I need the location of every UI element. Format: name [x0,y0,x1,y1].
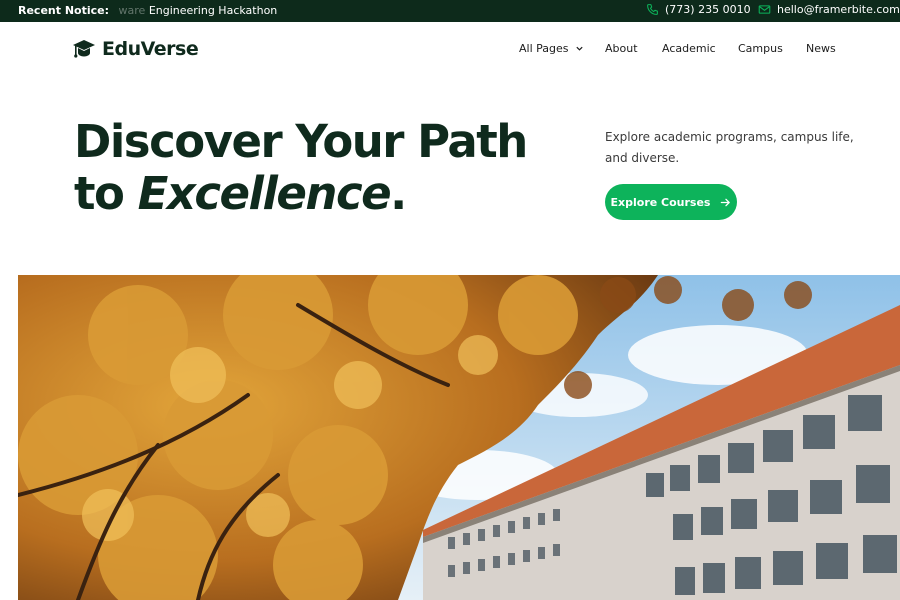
hero-title-prefix: to [74,167,138,220]
recent-notice: Recent Notice: ware Engineering Hackatho… [18,4,277,17]
notice-label: Recent Notice: [18,4,110,17]
phone-icon [647,4,658,15]
phone-contact[interactable]: (773) 235 0010 [646,3,751,16]
campus-illustration [18,275,900,600]
campus-hero-image [18,275,900,600]
explore-courses-label: Explore Courses [610,195,711,209]
hero-title-emphasis: Excellence [137,167,392,220]
arrow-right-icon [721,198,731,206]
nav-all-pages[interactable]: All Pages [519,42,584,55]
email-contact[interactable]: hello@framerbite.com [758,3,900,16]
hero-description: Explore academic programs, campus life, … [605,130,854,165]
hero-title: Discover Your Path to Excellence. [74,115,528,220]
hero-title-suffix: . [390,167,407,220]
notice-text: Engineering Hackathon [148,4,278,17]
chevron-down-icon [575,46,583,51]
hero-title-line1: Discover Your Path [74,115,528,168]
nav-about[interactable]: About [605,42,638,55]
mail-icon [758,5,771,14]
explore-courses-button[interactable]: Explore Courses [605,184,737,220]
primary-nav: All Pages About Academic Campus News [0,42,900,62]
notice-faded-text: ware [118,4,146,17]
notice-ticker[interactable]: ware Engineering Hackathon [119,4,278,17]
main-navbar: EduVerse All Pages About Academic Campus… [0,22,900,78]
nav-all-pages-label: All Pages [519,42,569,55]
nav-academic[interactable]: Academic [662,42,716,55]
phone-number: (773) 235 0010 [665,3,751,16]
top-notice-bar: Recent Notice: ware Engineering Hackatho… [0,0,900,22]
nav-campus[interactable]: Campus [738,42,783,55]
email-address: hello@framerbite.com [777,3,900,16]
nav-news[interactable]: News [806,42,836,55]
